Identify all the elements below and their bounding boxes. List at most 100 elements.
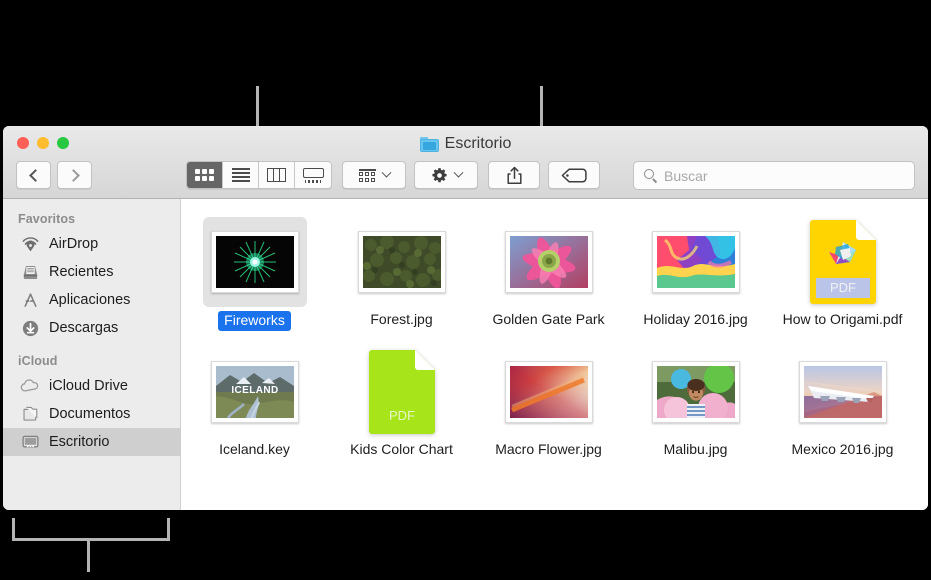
file-label: Macro Flower.jpg <box>495 441 602 459</box>
file-item-mexico-2016[interactable]: Mexico 2016.jpg <box>769 341 916 459</box>
downloads-icon <box>20 318 40 338</box>
action-menu-button[interactable] <box>414 161 478 189</box>
screenshot-root: Escritorio <box>0 0 931 580</box>
sidebar-callout-bracket-bottom <box>12 538 170 541</box>
finder-window: Escritorio <box>3 126 928 510</box>
file-item-how-to-origami[interactable]: PDF How to Origami.pdf <box>769 211 916 331</box>
file-label: Mexico 2016.jpg <box>792 441 894 459</box>
sidebar-item-label: Aplicaciones <box>49 293 130 308</box>
file-thumbnail <box>644 347 748 437</box>
folder-icon <box>420 137 439 152</box>
sidebar-item-label: Escritorio <box>49 435 109 450</box>
file-thumbnail: ICELAND <box>203 347 307 437</box>
desktop-icon <box>20 432 40 452</box>
sidebar-item-escritorio[interactable]: Escritorio <box>3 428 180 456</box>
svg-text:PDF: PDF <box>830 280 856 295</box>
file-item-macro-flower[interactable]: Macro Flower.jpg <box>475 341 622 459</box>
view-mode-icon-button[interactable] <box>187 162 223 188</box>
mexico-2016-thumbnail <box>804 366 882 418</box>
back-button[interactable] <box>16 161 51 189</box>
file-label: Kids Color Chart <box>350 441 453 459</box>
arrange-button[interactable] <box>342 161 406 189</box>
view-mode-list-button[interactable] <box>223 162 259 188</box>
iceland-thumbnail: ICELAND <box>216 366 294 418</box>
file-grid[interactable]: Fireworks <box>181 199 928 510</box>
file-item-kids-color-chart[interactable]: PDF Kids Color Chart <box>328 341 475 459</box>
share-icon <box>506 166 523 185</box>
sidebar-item-descargas[interactable]: Descargas <box>3 314 180 342</box>
sidebar-item-label: Documentos <box>49 407 130 422</box>
sidebar-item-icloud-drive[interactable]: iCloud Drive <box>3 372 180 400</box>
view-mode-segmented-control[interactable] <box>186 161 332 189</box>
file-thumbnail: PDF <box>350 347 454 437</box>
photo-frame <box>652 361 740 423</box>
documents-icon <box>20 404 40 424</box>
applications-icon <box>20 290 40 310</box>
file-item-holiday-2016[interactable]: Holiday 2016.jpg <box>622 211 769 331</box>
macro-flower-thumbnail <box>510 366 588 418</box>
share-button[interactable] <box>488 161 540 189</box>
file-item-fireworks[interactable]: Fireworks <box>181 211 328 331</box>
sidebar-item-documentos[interactable]: Documentos <box>3 400 180 428</box>
tag-button[interactable] <box>548 161 600 189</box>
sidebar-item-aplicaciones[interactable]: Aplicaciones <box>3 286 180 314</box>
sidebar-section-header-icloud: iCloud <box>3 350 180 372</box>
chevron-right-icon <box>67 169 80 182</box>
forward-button[interactable] <box>57 161 92 189</box>
sidebar-item-airdrop[interactable]: AirDrop <box>3 230 180 258</box>
file-thumbnail <box>497 217 601 307</box>
view-mode-column-button[interactable] <box>259 162 295 188</box>
file-thumbnail <box>350 217 454 307</box>
fireworks-thumbnail <box>216 236 294 288</box>
window-title: Escritorio <box>3 135 928 153</box>
column-view-icon <box>267 168 286 182</box>
photo-frame <box>211 231 299 293</box>
forest-thumbnail <box>363 236 441 288</box>
navigation-buttons <box>16 161 92 189</box>
arrange-icon <box>359 169 376 182</box>
view-mode-gallery-button[interactable] <box>295 162 331 188</box>
file-item-golden-gate-park[interactable]: Golden Gate Park <box>475 211 622 331</box>
file-item-iceland[interactable]: ICELAND Iceland.key <box>181 341 328 459</box>
chevron-down-icon <box>453 167 463 177</box>
sidebar[interactable]: Favoritos AirDrop <box>3 199 181 510</box>
file-label: Holiday 2016.jpg <box>643 311 747 329</box>
file-grid-row: Fireworks <box>181 211 928 331</box>
sidebar-item-label: Descargas <box>49 321 118 336</box>
file-item-malibu[interactable]: Malibu.jpg <box>622 341 769 459</box>
holiday-2016-thumbnail <box>657 236 735 288</box>
file-grid-row: ICELAND Iceland.key <box>181 341 928 459</box>
golden-gate-park-thumbnail <box>510 236 588 288</box>
file-thumbnail <box>203 217 307 307</box>
search-icon <box>644 169 657 182</box>
list-view-icon <box>232 168 250 182</box>
sidebar-item-label: AirDrop <box>49 237 98 252</box>
sidebar-callout-bracket-right <box>167 518 170 541</box>
file-label: Iceland.key <box>219 441 290 459</box>
file-item-forest[interactable]: Forest.jpg <box>328 211 475 331</box>
gallery-view-icon <box>303 168 324 183</box>
pdf-document-icon: PDF <box>810 220 876 304</box>
sidebar-item-recientes[interactable]: Recientes <box>3 258 180 286</box>
photo-frame <box>505 231 593 293</box>
file-label: Forest.jpg <box>370 311 432 329</box>
chevron-left-icon <box>29 169 42 182</box>
search-field[interactable]: Buscar <box>633 161 915 190</box>
sidebar-section-header-favoritos: Favoritos <box>3 208 180 230</box>
pdf-document-icon: PDF <box>369 350 435 434</box>
photo-frame <box>799 361 887 423</box>
photo-frame <box>652 231 740 293</box>
svg-text:ICELAND: ICELAND <box>231 385 278 396</box>
airdrop-icon <box>20 234 40 254</box>
chevron-down-icon <box>381 167 391 177</box>
file-label: Golden Gate Park <box>492 311 604 329</box>
recents-icon <box>20 262 40 282</box>
window-titlebar: Escritorio <box>3 126 928 199</box>
tag-icon <box>561 168 587 183</box>
icon-view-icon <box>195 169 214 181</box>
svg-text:PDF: PDF <box>389 408 415 423</box>
photo-frame: ICELAND <box>211 361 299 423</box>
file-thumbnail <box>497 347 601 437</box>
sidebar-item-label: Recientes <box>49 265 113 280</box>
file-label: How to Origami.pdf <box>783 311 903 329</box>
